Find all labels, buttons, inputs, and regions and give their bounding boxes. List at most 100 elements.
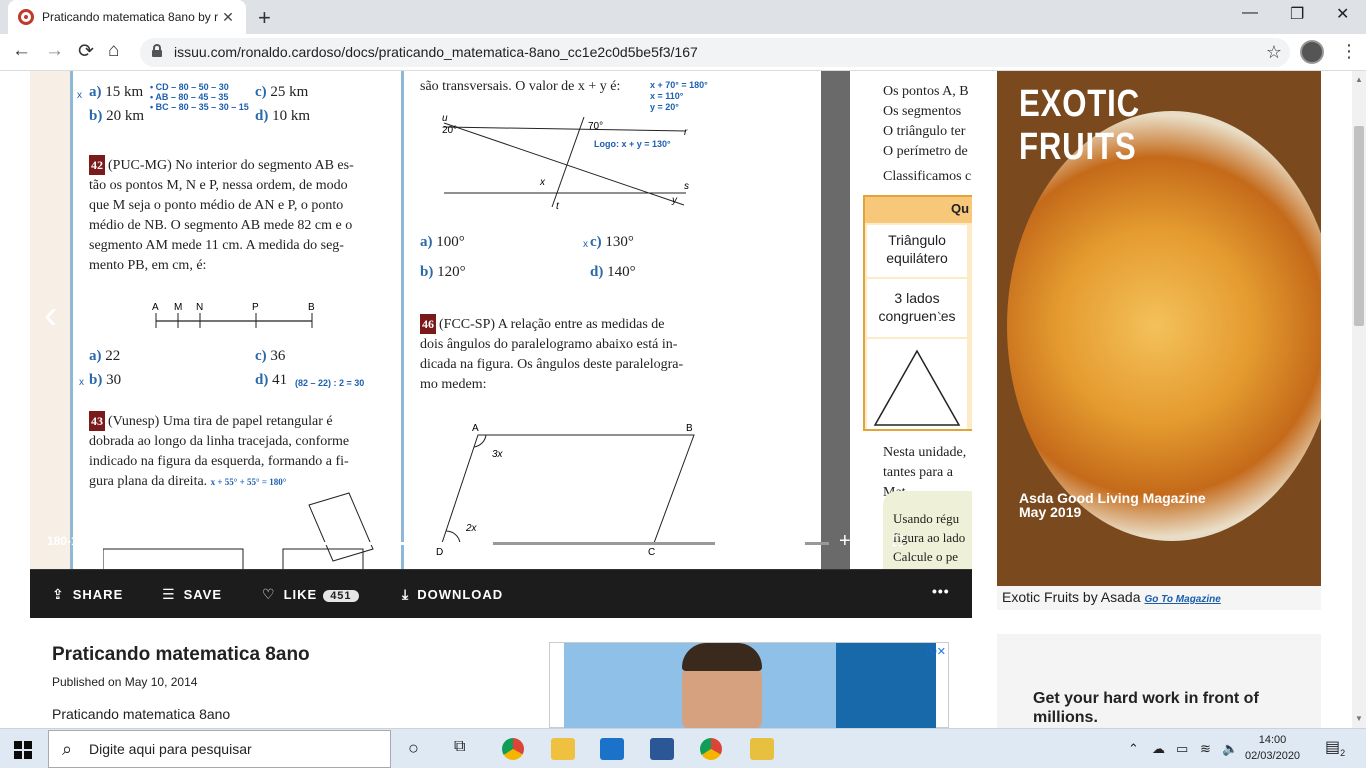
next-page-preview: Os pontos A, B Os segmentos O triângulo … bbox=[850, 71, 972, 571]
previous-page-button[interactable]: ‹ bbox=[44, 293, 57, 338]
chrome-icon[interactable] bbox=[502, 738, 524, 760]
ad-subtitle: Asda Good Living Magazine May 2019 bbox=[1019, 491, 1206, 519]
page-scrollbar[interactable]: ▲ ▼ bbox=[1352, 71, 1366, 728]
share-icon: ⇪ bbox=[52, 586, 65, 602]
zoom-out-button[interactable]: — bbox=[729, 532, 745, 550]
classification-table: Qu Triângulo equilátero 3 lados congruen… bbox=[863, 195, 972, 431]
option-value: 140° bbox=[607, 264, 636, 280]
reader-controls: 180-181 / 304 — + ⊕ ⛶ bbox=[45, 530, 957, 554]
heart-icon: ♡ bbox=[262, 586, 276, 602]
word-icon[interactable] bbox=[650, 738, 674, 760]
option-d-letter: d) bbox=[255, 108, 269, 124]
go-to-magazine-link[interactable]: Go To Magazine bbox=[1145, 594, 1221, 605]
cortana-icon[interactable]: ○ bbox=[408, 738, 419, 759]
document-description: Praticando matematica 8ano bbox=[52, 706, 231, 722]
save-button[interactable]: ☰ SAVE bbox=[162, 586, 222, 603]
taskbar-search-box[interactable]: ⌕ Digite aqui para pesquisar bbox=[48, 730, 391, 768]
ad-choices-icon[interactable]: ⓘ✕ bbox=[926, 643, 946, 659]
reload-button[interactable]: ⟳ bbox=[78, 40, 94, 63]
zoom-slider[interactable] bbox=[754, 538, 829, 549]
option-letter: c) bbox=[255, 348, 267, 364]
page-counter: 180-181 / 304 bbox=[47, 534, 122, 548]
mail-icon[interactable] bbox=[600, 738, 624, 760]
forward-button[interactable]: → bbox=[45, 40, 64, 62]
notifications-icon[interactable]: ▤2 bbox=[1325, 737, 1345, 758]
back-button[interactable]: ← bbox=[12, 40, 31, 62]
task-view-icon[interactable]: ⧉ bbox=[454, 738, 465, 756]
browser-menu-icon[interactable]: ⋮ bbox=[1340, 41, 1358, 62]
q45-option-d: d) 140° bbox=[590, 264, 636, 281]
scroll-up-icon[interactable]: ▲ bbox=[1355, 75, 1363, 84]
option-a: a) 15 km bbox=[89, 84, 143, 101]
zoom-in-button[interactable]: + bbox=[839, 530, 851, 553]
app-icon[interactable] bbox=[750, 738, 774, 760]
home-button[interactable]: ⌂ bbox=[108, 40, 119, 62]
share-button[interactable]: ⇪ SHARE bbox=[52, 586, 123, 603]
minimize-button[interactable]: — bbox=[1242, 4, 1258, 22]
issuu-favicon-icon bbox=[18, 9, 34, 25]
published-date: Published on May 10, 2014 bbox=[52, 675, 198, 689]
browser-tab[interactable]: Praticando matematica 8ano by r ✕ bbox=[8, 0, 246, 34]
banner-ad[interactable]: ⓘ✕ bbox=[549, 642, 949, 728]
tray-chevron-icon[interactable]: ⌃ bbox=[1128, 741, 1139, 757]
q45-option-a: a) 100° bbox=[420, 234, 465, 251]
page-text: Os pontos A, B Os segmentos O triângulo … bbox=[883, 82, 972, 162]
tab-close-icon[interactable]: ✕ bbox=[220, 9, 236, 26]
page-progress-handle[interactable] bbox=[482, 538, 494, 549]
option-value: 120° bbox=[437, 264, 466, 280]
option-a-letter: a) bbox=[89, 84, 102, 100]
text-line: O perímetro de bbox=[883, 144, 968, 159]
battery-icon[interactable]: ▭ bbox=[1176, 741, 1188, 757]
option-letter: a) bbox=[89, 348, 102, 364]
page-content: x a) 15 km • CD – 80 – 50 – 30 • AB – 80… bbox=[0, 71, 1352, 728]
download-button[interactable]: ⤓ DOWNLOAD bbox=[402, 586, 503, 603]
answer-mark: x bbox=[77, 90, 82, 101]
scroll-thumb[interactable] bbox=[1354, 126, 1364, 326]
new-tab-button[interactable]: + bbox=[258, 5, 271, 31]
wifi-icon[interactable]: ≋ bbox=[1200, 741, 1211, 757]
note-bc: • BC – 80 – 35 – 30 – 15 bbox=[150, 102, 249, 112]
right-page: são transversais. O valor de x + y é: x … bbox=[401, 71, 821, 569]
page-progress-slider[interactable] bbox=[160, 538, 715, 549]
paper-strip-figure bbox=[103, 492, 374, 571]
note-cd: • CD – 80 – 50 – 30 bbox=[150, 82, 229, 92]
scroll-down-icon[interactable]: ▼ bbox=[1355, 714, 1363, 723]
question-text-line: (Vunesp) Uma tira de papel retangular é bbox=[108, 414, 333, 429]
clock[interactable]: 14:00 02/03/2020 bbox=[1245, 732, 1300, 764]
question-text-line: dobrada ao longo da linha tracejada, con… bbox=[89, 434, 350, 449]
table-header: Qu bbox=[865, 197, 972, 223]
question-number: 46 bbox=[420, 314, 436, 334]
address-bar[interactable]: issuu.com/ronaldo.cardoso/docs/praticand… bbox=[140, 38, 1290, 67]
option-c-letter: c) bbox=[255, 84, 267, 100]
more-options-button[interactable]: ••• bbox=[932, 583, 950, 599]
windows-start-icon[interactable] bbox=[14, 741, 32, 759]
side-promo[interactable]: Get your hard work in front of millions. bbox=[997, 634, 1321, 728]
question-46: 46 (FCC-SP) A relação entre as medidas de… bbox=[420, 314, 716, 395]
window-close-button[interactable]: ✕ bbox=[1336, 4, 1349, 24]
fullscreen-icon[interactable]: ⛶ bbox=[893, 533, 903, 550]
profile-avatar[interactable] bbox=[1300, 40, 1324, 64]
option-value: 130° bbox=[605, 234, 634, 250]
angle-3x: 3x bbox=[492, 449, 504, 460]
url-text[interactable]: issuu.com/ronaldo.cardoso/docs/praticand… bbox=[174, 44, 698, 60]
point-label: A bbox=[152, 302, 159, 313]
text-line: Classificamos c bbox=[883, 169, 972, 184]
chrome-active-icon[interactable] bbox=[700, 738, 722, 760]
question-text-line: (PUC-MG) No interior do segmento AB es- bbox=[108, 158, 354, 173]
like-button[interactable]: ♡ LIKE 451 bbox=[262, 586, 359, 603]
angle-2x: 2x bbox=[465, 523, 478, 534]
file-explorer-icon[interactable] bbox=[551, 738, 575, 760]
onedrive-icon[interactable]: ☁ bbox=[1152, 741, 1165, 757]
option-letter: a) bbox=[420, 234, 433, 250]
like-label: LIKE bbox=[283, 587, 318, 602]
note-2: x = 110° bbox=[650, 91, 684, 101]
magazine-ad[interactable]: EXOTIC FRUITS Asda Good Living Magazine M… bbox=[997, 71, 1321, 586]
ad-blue-panel bbox=[836, 643, 936, 728]
zoom-fit-icon[interactable]: ⊕ bbox=[863, 532, 876, 552]
bookmark-star-icon[interactable]: ☆ bbox=[1266, 42, 1282, 63]
maximize-button[interactable]: ❐ bbox=[1290, 4, 1304, 24]
volume-icon[interactable]: 🔈 bbox=[1222, 741, 1238, 757]
next-page-button[interactable]: › bbox=[930, 293, 943, 338]
zoom-handle[interactable] bbox=[794, 538, 805, 549]
text-line: Usando régu bbox=[893, 511, 960, 526]
